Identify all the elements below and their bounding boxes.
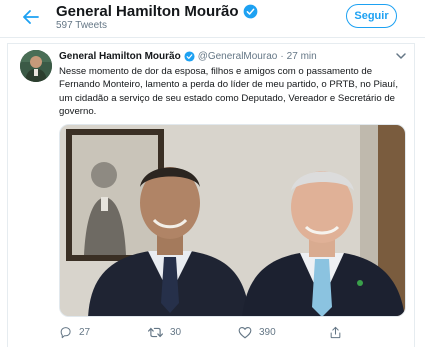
photo-two-men [60, 125, 405, 316]
tweet-card[interactable]: General Hamilton Mourão @GeneralMourao ·… [7, 43, 415, 347]
reply-button[interactable]: 27 [59, 326, 90, 339]
reply-icon [60, 327, 71, 339]
retweet-button[interactable]: 30 [148, 326, 181, 339]
separator-dot: · [280, 51, 284, 62]
tweet-count: 597 Tweets [56, 20, 107, 31]
profile-name: General Hamilton Mourão [56, 3, 239, 20]
profile-name-row: General Hamilton Mourão [56, 3, 258, 20]
verified-badge-icon [243, 4, 257, 19]
avatar-image [20, 50, 52, 82]
like-icon [238, 326, 252, 339]
tweet-text: Nesse momento de dor da esposa, filhos e… [59, 66, 398, 118]
like-count: 390 [259, 327, 276, 338]
verified-badge-icon [184, 51, 195, 62]
author-handle[interactable]: @GeneralMourao [198, 51, 278, 62]
author-name[interactable]: General Hamilton Mourão [59, 51, 181, 62]
share-button[interactable] [329, 326, 349, 339]
back-arrow-icon [23, 10, 39, 24]
tweet-photo[interactable] [59, 124, 406, 317]
back-button[interactable] [18, 5, 44, 29]
reply-count: 27 [79, 327, 91, 338]
avatar[interactable] [20, 50, 52, 82]
tweet-timestamp[interactable]: 27 min [287, 51, 317, 62]
tweet-actions: 27 30 390 [59, 326, 399, 340]
retweet-icon [148, 327, 163, 338]
tweet-header: General Hamilton Mourão @GeneralMourao ·… [59, 51, 317, 62]
like-button[interactable]: 390 [238, 326, 276, 339]
chevron-down-icon[interactable] [395, 51, 407, 61]
retweet-count: 30 [170, 327, 182, 338]
follow-button[interactable]: Seguir [346, 4, 397, 28]
profile-header: General Hamilton Mourão 597 Tweets Segui… [0, 0, 425, 38]
share-icon [330, 326, 341, 339]
